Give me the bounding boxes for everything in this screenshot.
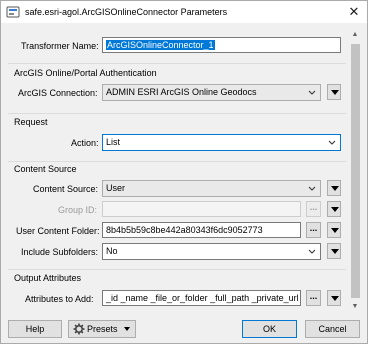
attributes-to-add-menu-button[interactable] <box>327 290 341 306</box>
triangle-down-icon <box>124 327 130 331</box>
arcgis-connection-dropdown[interactable]: ADMIN ESRI ArcGIS Online Geodocs <box>102 84 321 101</box>
scroll-down-icon[interactable]: ▼ <box>348 300 362 314</box>
scroll-thumb[interactable] <box>351 44 360 298</box>
arcgis-connection-menu-button[interactable] <box>327 84 341 100</box>
title-bar: safe.esri-agol.ArcGISOnlineConnector Par… <box>1 1 367 23</box>
output-group-divider <box>8 269 346 270</box>
close-icon[interactable]: ✕ <box>345 3 363 21</box>
group-id-label: Group ID: <box>58 205 98 215</box>
fme-transformer-icon <box>6 6 20 18</box>
auth-group-divider <box>8 63 346 64</box>
action-dropdown[interactable]: List <box>102 134 341 151</box>
chevron-down-icon <box>308 249 316 254</box>
user-content-folder-input[interactable]: 8b4b5b59c8be442a80343f6dc9052773 <box>102 222 301 238</box>
content-source-menu-button[interactable] <box>327 180 341 196</box>
triangle-down-icon <box>331 207 339 212</box>
attributes-to-add-label: Attributes to Add: <box>25 294 94 304</box>
transformer-name-label: Transformer Name: <box>21 41 99 51</box>
group-id-browse-button[interactable]: ... <box>306 201 321 217</box>
chevron-down-icon <box>308 186 316 191</box>
auth-group-title: ArcGIS Online/Portal Authentication <box>14 68 157 78</box>
presets-label: Presets <box>87 324 118 334</box>
chevron-down-icon <box>328 140 336 145</box>
arcgis-connection-value: ADMIN ESRI ArcGIS Online Geodocs <box>106 87 257 97</box>
transformer-name-input[interactable]: ArcGISOnlineConnector_1 <box>102 37 341 53</box>
include-subfolders-value: No <box>106 246 118 256</box>
output-group-title: Output Attributes <box>14 273 82 283</box>
scroll-up-icon[interactable]: ▲ <box>348 28 362 42</box>
request-group-divider <box>8 113 346 114</box>
triangle-down-icon <box>331 296 339 301</box>
action-value: List <box>106 137 121 147</box>
vertical-scrollbar[interactable]: ▲ ▼ <box>348 28 362 314</box>
cancel-button[interactable]: Cancel <box>305 320 360 338</box>
chevron-down-icon <box>308 90 316 95</box>
attributes-to-add-input[interactable]: _id _name _file_or_folder _full_path _pr… <box>102 290 301 306</box>
gear-icon <box>73 323 85 335</box>
user-content-folder-label: User Content Folder: <box>16 226 100 236</box>
user-content-folder-browse-button[interactable]: ... <box>306 222 321 238</box>
presets-button[interactable]: Presets <box>68 320 136 338</box>
include-subfolders-menu-button[interactable] <box>327 243 341 259</box>
arcgis-connection-label: ArcGIS Connection: <box>18 88 98 98</box>
content-source-label: Content Source: <box>33 184 99 194</box>
action-label: Action: <box>71 138 99 148</box>
content-source-value: User <box>106 183 126 193</box>
transformer-name-value: ArcGISOnlineConnector_1 <box>106 40 215 50</box>
request-group-title: Request <box>14 117 48 127</box>
user-content-folder-menu-button[interactable] <box>327 222 341 238</box>
triangle-down-icon <box>331 228 339 233</box>
group-id-input[interactable] <box>102 201 301 217</box>
parameters-dialog: safe.esri-agol.ArcGISOnlineConnector Par… <box>0 0 368 344</box>
content-source-group-title: Content Source <box>14 164 77 174</box>
window-title: safe.esri-agol.ArcGISOnlineConnector Par… <box>25 7 228 17</box>
content-source-group-divider <box>8 161 346 162</box>
triangle-down-icon <box>331 186 339 191</box>
include-subfolders-dropdown[interactable]: No <box>102 243 321 260</box>
ok-button[interactable]: OK <box>242 320 297 338</box>
include-subfolders-label: Include Subfolders: <box>21 247 99 257</box>
triangle-down-icon <box>331 249 339 254</box>
content-source-dropdown[interactable]: User <box>102 180 321 197</box>
attributes-to-add-browse-button[interactable]: ... <box>306 290 321 306</box>
help-button[interactable]: Help <box>8 320 62 338</box>
triangle-down-icon <box>331 90 339 95</box>
group-id-menu-button[interactable] <box>327 201 341 217</box>
